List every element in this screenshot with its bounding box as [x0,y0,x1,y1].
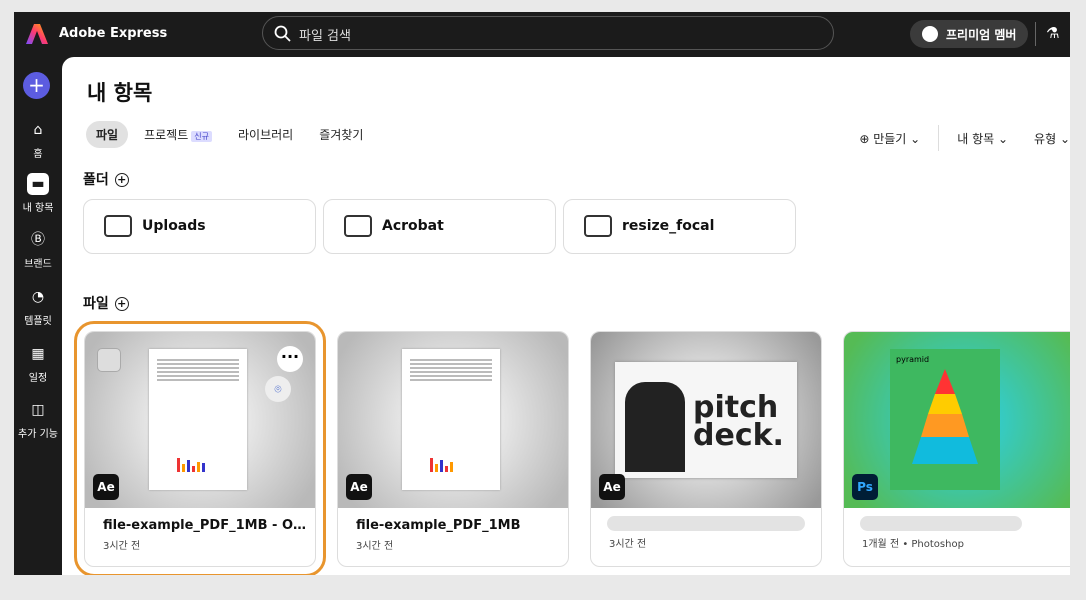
nav-label: 내 항목 [22,203,54,214]
owner-filter-label: 내 항목 [957,131,995,146]
folder-name: Uploads [142,218,206,234]
file-meta: 3시간 전 [356,541,394,552]
folders-heading: 폴더 + [83,169,129,189]
focus-scan-icon[interactable]: ⌾ [265,376,291,402]
nav-label: 추가 기능 [18,429,58,440]
files-label: 파일 [83,296,109,312]
tab-label: 프로젝트 [144,128,189,142]
more-options-icon[interactable]: ··· [277,346,303,372]
redacted-title [860,516,1022,531]
folder-icon [584,215,612,237]
file-thumbnail: pyramid Ps [844,332,1070,508]
template-icon: ◔ [31,289,45,305]
adobe-express-logo-icon[interactable] [26,23,48,45]
addons-icon: ◫ [31,402,45,418]
brand-icon: Ⓑ [31,232,45,248]
folder-item[interactable]: resize_focal [563,199,796,254]
file-title: file-example_PDF_1MB [356,518,521,533]
create-dropdown[interactable]: ⊕ 만들기 ⌄ [859,130,920,147]
pyramid-preview: pyramid [890,349,1000,490]
top-bar: Adobe Express 파일 검색 프리미엄 멤버 ⚗ [14,12,1070,57]
nav-label: 템플릿 [24,316,52,327]
photoshop-app-icon: Ps [852,474,878,500]
search-placeholder: 파일 검색 [299,29,351,44]
pyramid-label: pyramid [896,355,930,364]
pitch-deck-text: pitch deck. [693,390,784,453]
owner-filter-dropdown[interactable]: 내 항목 ⌄ [957,130,1008,147]
flask-icon[interactable]: ⚗ [1046,24,1059,42]
adobe-express-app-icon: Ae [346,474,372,500]
folder-name: resize_focal [622,218,715,234]
folder-item[interactable]: Uploads [83,199,316,254]
type-filter-dropdown[interactable]: 유형 ⌄ [1034,130,1070,147]
create-label: 만들기 [873,131,907,146]
divider [1035,22,1036,46]
toolbar: ⊕ 만들기 ⌄ 내 항목 ⌄ 유형 ⌄ [859,125,1070,151]
premium-member-button[interactable]: 프리미엄 멤버 [910,20,1028,48]
folder-item[interactable]: Acrobat [323,199,556,254]
folder-name: Acrobat [382,218,444,234]
file-thumbnail: Ae [338,332,568,508]
tab-libraries[interactable]: 라이브러리 [228,121,303,148]
nav-label: 일정 [28,373,48,384]
app-name: Adobe Express [59,26,168,41]
adobe-express-app-icon: Ae [93,474,119,500]
file-card[interactable]: Ae file-example_PDF_1MB 3시간 전 [337,331,569,567]
sidebar-item-my-items[interactable]: ▬ 내 항목 [14,173,62,214]
sidebar-item-home[interactable]: ⌂ 홈 [14,119,62,160]
tab-favorites[interactable]: 즐겨찾기 [309,121,373,148]
redacted-title [607,516,805,531]
tabs: 파일 프로젝트 신규 라이브러리 즐겨찾기 [86,121,373,148]
add-folder-icon[interactable]: + [114,173,129,187]
folder-icon: ▬ [27,173,49,195]
sidebar-item-addons[interactable]: ◫ 추가 기능 [14,399,62,440]
create-plus-button[interactable]: + [23,72,50,99]
sidebar-item-schedule[interactable]: ▦ 일정 [14,343,62,384]
add-file-icon[interactable]: + [114,297,129,311]
home-icon: ⌂ [33,122,43,138]
pdf-page-preview [402,349,500,490]
calendar-icon: ▦ [31,346,45,362]
file-thumbnail: ··· ⌾ Ae [85,332,315,508]
file-title: file-example_PDF_1MB - O… [103,518,306,533]
pdf-page-preview [149,349,247,490]
adobe-express-app-icon: Ae [599,474,625,500]
folders-label: 폴더 [83,172,109,188]
folder-icon [344,215,372,237]
crown-icon [922,26,938,42]
files-heading: 파일 + [83,293,129,313]
sidebar-item-brand[interactable]: Ⓑ 브랜드 [14,229,62,270]
pitch-deck-preview: pitch deck. [615,362,797,478]
app-window: Adobe Express 파일 검색 프리미엄 멤버 ⚗ + ⌂ 홈 ▬ 내 항목… [14,12,1070,575]
nav-label: 홈 [33,149,43,160]
file-meta: 1개월 전 • Photoshop [862,539,964,550]
folder-icon [104,215,132,237]
tab-projects[interactable]: 프로젝트 신규 [134,121,222,148]
search-icon [274,25,291,42]
main-content: 내 항목 파일 프로젝트 신규 라이브러리 즐겨찾기 ⊕ 만들기 ⌄ 내 항목 ⌄… [62,57,1070,575]
search-input[interactable]: 파일 검색 [262,16,834,50]
file-card[interactable]: pitch deck. Ae 3시간 전 [590,331,822,567]
plus-circle-icon: ⊕ [859,131,870,146]
divider [938,125,940,151]
file-meta: 3시간 전 [609,539,647,550]
file-card[interactable]: ··· ⌾ Ae file-example_PDF_1MB - O… 3시간 전 [74,321,326,575]
page-title: 내 항목 [87,81,153,105]
sidebar-item-templates[interactable]: ◔ 템플릿 [14,286,62,327]
type-filter-label: 유형 [1034,131,1057,146]
new-badge: 신규 [191,131,212,142]
file-card[interactable]: pyramid Ps 1개월 전 • Photoshop [843,331,1070,567]
nav-label: 브랜드 [24,259,52,270]
file-thumbnail: pitch deck. Ae [591,332,821,508]
file-meta: 3시간 전 [103,541,141,552]
premium-label: 프리미엄 멤버 [946,28,1017,42]
select-checkbox[interactable] [97,348,121,372]
tab-files[interactable]: 파일 [86,121,129,148]
